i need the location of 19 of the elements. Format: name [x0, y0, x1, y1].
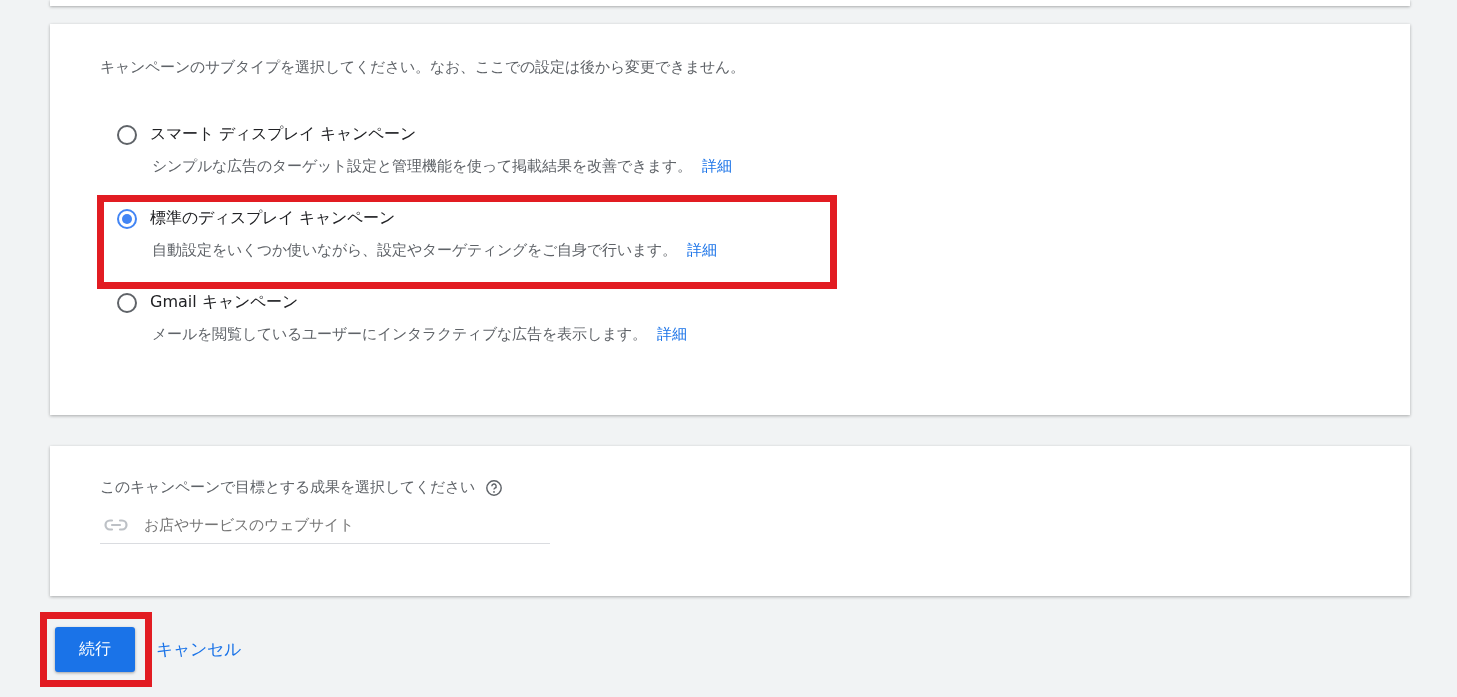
- subtype-prompt: キャンペーンのサブタイプを選択してください。なお、ここでの設定は後から変更できません。: [100, 58, 746, 77]
- details-link[interactable]: 詳細: [702, 157, 732, 176]
- goal-field[interactable]: お店やサービスのウェブサイト: [142, 515, 550, 535]
- option-description: メールを閲覧しているユーザーにインタラクティブな広告を表示します。: [152, 325, 647, 344]
- option-label[interactable]: Gmail キャンペーン: [150, 292, 298, 313]
- goal-prompt: このキャンペーンで目標とする成果を選択してください: [100, 478, 475, 497]
- option-description: シンプルな広告のターゲット設定と管理機能を使って掲載結果を改善できます。: [152, 157, 692, 176]
- continue-button[interactable]: 続行: [55, 627, 135, 672]
- option-label[interactable]: スマート ディスプレイ キャンペーン: [150, 124, 417, 145]
- radio-button[interactable]: [117, 208, 137, 229]
- option-label[interactable]: 標準のディスプレイ キャンペーン: [150, 208, 396, 229]
- option-description: 自動設定をいくつか使いながら、設定やターゲティングをご自身で行います。: [152, 241, 677, 260]
- radio-button[interactable]: [117, 292, 137, 313]
- help-icon[interactable]: [485, 478, 503, 497]
- details-link[interactable]: 詳細: [687, 241, 717, 260]
- cancel-link[interactable]: キャンセル: [156, 638, 241, 661]
- link-icon: [104, 519, 128, 531]
- radio-button[interactable]: [117, 124, 137, 145]
- details-link[interactable]: 詳細: [657, 325, 687, 344]
